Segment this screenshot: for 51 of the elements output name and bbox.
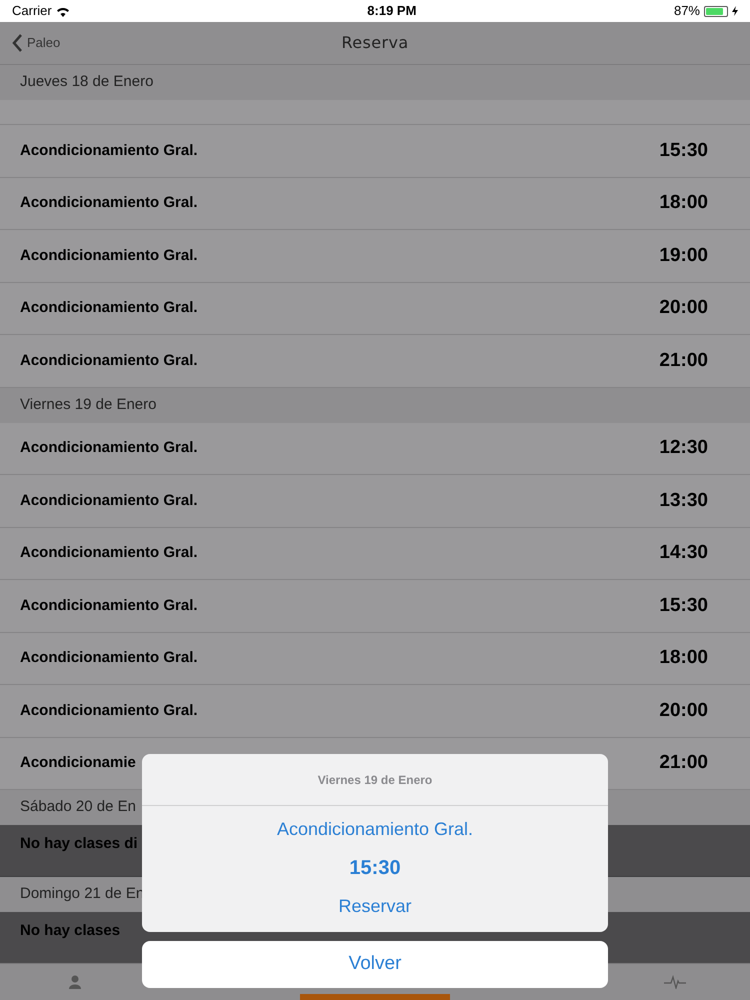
class-row[interactable]: Acondicionamiento Gral. 18:00: [0, 632, 750, 685]
class-row[interactable]: Acondicionamiento Gral. 18:00: [0, 178, 750, 230]
class-time: 18:00: [659, 646, 708, 670]
class-time: 15:30: [659, 138, 708, 162]
class-name: Acondicionamie: [20, 753, 136, 773]
clock: 8:19 PM: [367, 2, 416, 20]
class-row[interactable]: Acondicionamiento Gral. 20:00: [0, 282, 750, 335]
section-title: Sábado 20 de En: [20, 797, 136, 818]
section-title: Viernes 19 de Enero: [20, 394, 156, 415]
row-label: No hay clases di: [20, 834, 138, 854]
tab[interactable]: [300, 994, 450, 1000]
nav-title: Reserva: [341, 32, 409, 54]
class-name: Acondicionamiento Gral.: [20, 490, 198, 510]
cancel-button[interactable]: Volver: [142, 941, 608, 988]
reserve-button[interactable]: Reservar: [330, 893, 420, 920]
class-name: Acondicionamiento Gral.: [20, 298, 198, 318]
chevron-left-icon: [12, 34, 23, 52]
class-time: 12:30: [659, 436, 708, 460]
row-label: No hay clases: [20, 921, 120, 941]
sheet-title: Viernes 19 de Enero: [318, 772, 432, 788]
class-time: 20:00: [659, 698, 708, 722]
class-name: Acondicionamiento Gral.: [20, 246, 198, 266]
battery-percent: 87%: [674, 2, 700, 20]
back-button[interactable]: Paleo: [0, 33, 60, 53]
carrier-label: Carrier: [12, 2, 52, 20]
class-time: 19:00: [659, 244, 708, 268]
class-row[interactable]: Acondicionamiento Gral. 12:30: [0, 422, 750, 475]
section-title: Jueves 18 de Enero: [20, 72, 154, 92]
class-name: Acondicionamiento Gral.: [20, 193, 198, 213]
class-time: 21:00: [659, 751, 708, 775]
class-name: Acondicionamiento Gral.: [20, 438, 198, 458]
class-name: Acondicionamiento Gral.: [276, 818, 474, 841]
class-time: 15:30: [349, 856, 401, 881]
class-row[interactable]: Acondicionamiento Gral. 14:30: [0, 528, 750, 580]
class-name: Acondicionamiento Gral.: [20, 543, 198, 563]
person-icon: [69, 975, 81, 989]
pulse-icon: [664, 975, 686, 989]
class-name: Acondicionamiento Gral.: [20, 596, 198, 616]
battery-icon: [704, 6, 728, 16]
class-name: Acondicionamiento Gral.: [20, 700, 198, 720]
class-time: 13:30: [659, 488, 708, 512]
class-time: 14:30: [659, 541, 708, 565]
class-time: 18:00: [659, 191, 708, 215]
class-time: 15:30: [659, 594, 708, 618]
class-name: Acondicionamiento Gral.: [20, 350, 198, 370]
class-name: Acondicionamiento Gral.: [20, 140, 198, 160]
class-name: Acondicionamiento Gral.: [20, 648, 198, 668]
wifi-icon: [56, 6, 70, 16]
charging-icon: [732, 6, 738, 16]
class-time: 20:00: [659, 296, 708, 320]
class-time: 21:00: [659, 348, 708, 372]
